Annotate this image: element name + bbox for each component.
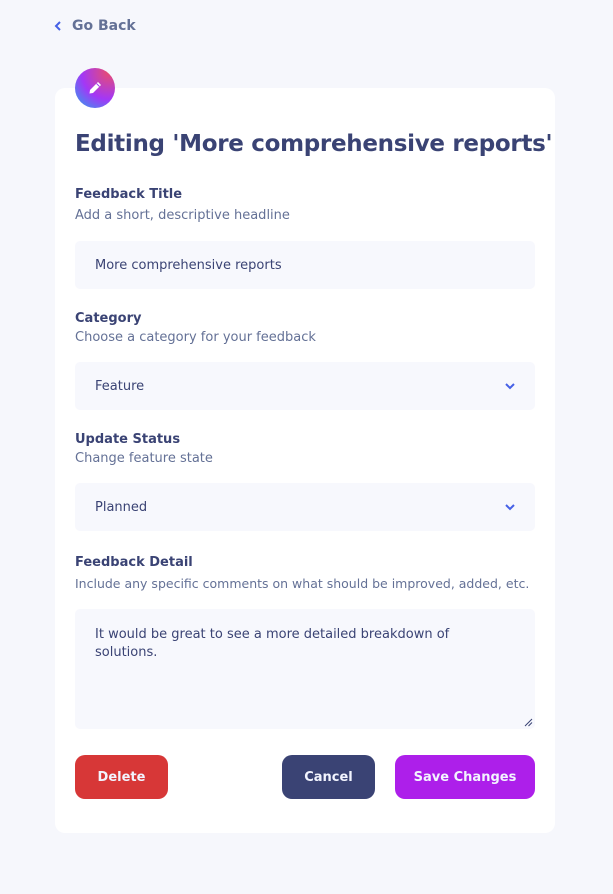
delete-button[interactable]: Delete	[75, 755, 168, 799]
status-hint: Change feature state	[75, 451, 213, 466]
pen-icon	[89, 82, 101, 94]
chevron-down-icon	[505, 503, 515, 510]
edit-badge	[75, 68, 115, 108]
resize-handle-icon[interactable]	[524, 718, 533, 727]
feedback-title-value: More comprehensive reports	[95, 257, 282, 273]
category-hint: Choose a category for your feedback	[75, 330, 316, 345]
feedback-title-label: Feedback Title	[75, 187, 183, 202]
status-label: Update Status	[75, 432, 181, 447]
feedback-title-hint: Add a short, descriptive headline	[75, 208, 290, 223]
save-changes-button[interactable]: Save Changes	[395, 755, 535, 799]
go-back-label: Go Back	[72, 18, 136, 34]
category-value: Feature	[95, 378, 145, 394]
detail-value: It would be great to see a more detailed…	[95, 627, 450, 661]
status-select[interactable]: Planned	[75, 483, 535, 531]
page-title: Editing 'More comprehensive reports'	[75, 131, 553, 157]
chevron-down-icon	[505, 382, 515, 389]
cancel-button[interactable]: Cancel	[282, 755, 375, 799]
detail-label: Feedback Detail	[75, 555, 193, 570]
chevron-left-icon	[54, 21, 61, 31]
category-label: Category	[75, 311, 142, 326]
feedback-title-input[interactable]: More comprehensive reports	[75, 241, 535, 289]
detail-textarea[interactable]: It would be great to see a more detailed…	[75, 609, 535, 729]
go-back-link[interactable]: Go Back	[54, 18, 136, 34]
category-select[interactable]: Feature	[75, 362, 535, 410]
status-value: Planned	[95, 499, 148, 515]
detail-hint: Include any specific comments on what sh…	[75, 576, 530, 591]
